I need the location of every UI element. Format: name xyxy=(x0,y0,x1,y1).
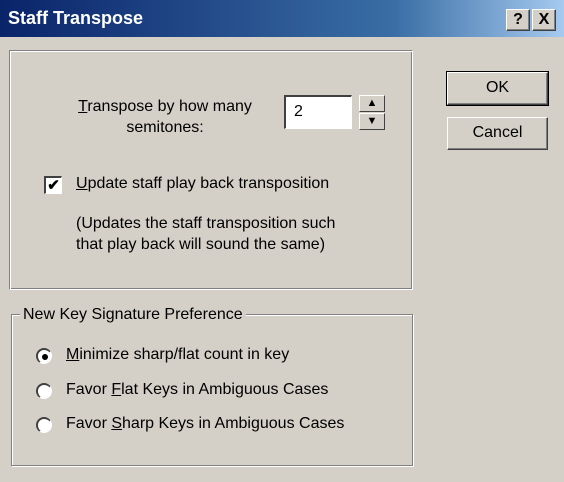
update-playback-label[interactable]: Update staff play back transposition xyxy=(76,175,329,193)
update-label-text: pdate staff play back transposition xyxy=(87,175,330,192)
transpose-label: Transpose by how many semitones: xyxy=(60,96,270,138)
ok-button[interactable]: OK xyxy=(446,71,549,106)
close-button[interactable]: X xyxy=(532,9,556,31)
radio-selected-dot xyxy=(42,354,48,360)
radio-favor-sharp-label[interactable]: Favor Sharp Keys in Ambiguous Cases xyxy=(66,415,344,433)
radio-minimize-label[interactable]: Minimize sharp/flat count in key xyxy=(66,346,289,364)
window-title: Staff Transpose xyxy=(8,8,144,28)
radio-favor-flat-keys[interactable] xyxy=(36,383,52,399)
update-note: (Updates the staff transposition such th… xyxy=(76,213,335,255)
key-preference-group-label: New Key Signature Preference xyxy=(20,306,246,324)
spin-up-button[interactable]: ▲ xyxy=(359,95,385,112)
radio-minimize-sharp-flat[interactable] xyxy=(36,348,52,364)
radio-favor-sharp-keys[interactable] xyxy=(36,417,52,433)
update-playback-checkbox[interactable]: ✔ xyxy=(44,176,62,194)
help-button[interactable]: ? xyxy=(506,9,530,31)
transpose-label-line1: ranspose by how many xyxy=(87,98,252,115)
spin-down-button[interactable]: ▼ xyxy=(359,113,385,130)
update-label-mnemonic: U xyxy=(76,175,88,192)
update-note-line2: that play back will sound the same) xyxy=(76,236,326,253)
transpose-label-line2: semitones: xyxy=(126,119,204,136)
update-note-line1: (Updates the staff transposition such xyxy=(76,215,336,232)
transpose-label-mnemonic: T xyxy=(78,98,88,115)
semitones-input[interactable]: 2 xyxy=(284,95,352,129)
cancel-button[interactable]: Cancel xyxy=(447,117,548,150)
radio-favor-flat-label[interactable]: Favor Flat Keys in Ambiguous Cases xyxy=(66,381,328,399)
title-bar: Staff Transpose ? X xyxy=(0,0,564,37)
